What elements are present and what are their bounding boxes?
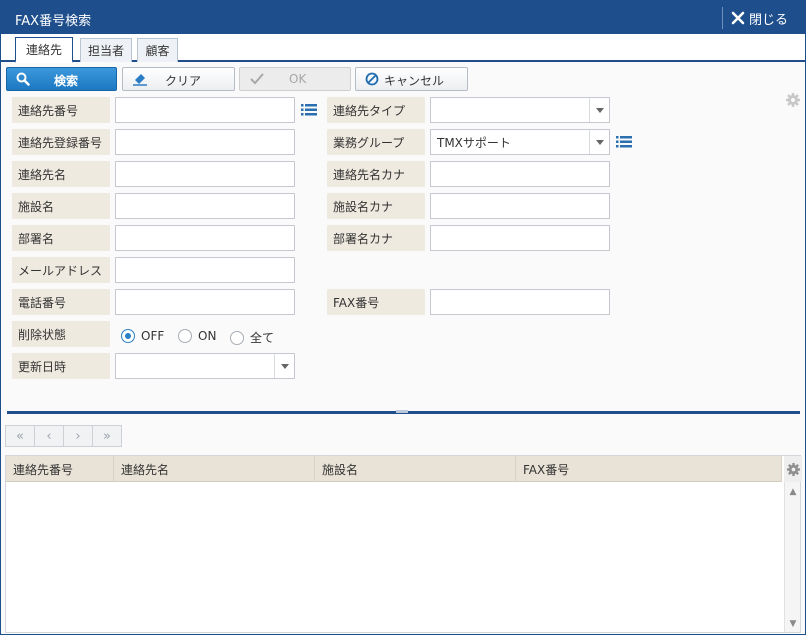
gear-icon: [786, 462, 800, 476]
chevron-down-icon[interactable]: [589, 130, 609, 154]
department-label: 部署名: [12, 225, 110, 251]
ok-button[interactable]: OK: [239, 67, 351, 91]
results-grid: 連絡先番号 連絡先名 施設名 FAX番号 ▲ ▼: [5, 455, 802, 633]
delete-status-off[interactable]: OFF: [121, 329, 164, 343]
updated-select[interactable]: [115, 353, 295, 379]
tab-staff[interactable]: 担当者: [80, 38, 132, 62]
email-input[interactable]: [115, 257, 295, 283]
column-header-label: 連絡先番号: [13, 462, 74, 477]
cancel-button-label: キャンセル: [384, 74, 445, 88]
first-page-icon: «: [16, 428, 24, 444]
clear-button[interactable]: クリア: [122, 67, 235, 91]
list-icon[interactable]: [616, 135, 632, 149]
close-button[interactable]: 閉じる: [731, 8, 788, 28]
radio-all-label: 全て: [250, 331, 275, 345]
next-page-icon: ›: [75, 428, 81, 444]
business-group-label: 業務グループ: [327, 129, 425, 155]
column-header-label: FAX番号: [523, 462, 570, 477]
contact-name-input[interactable]: [115, 161, 295, 187]
delete-status-all[interactable]: 全て: [230, 329, 274, 346]
delete-status-on[interactable]: ON: [178, 329, 216, 343]
delete-status-label: 削除状態: [12, 321, 110, 347]
updated-label: 更新日時: [12, 353, 110, 379]
radio-off-circle: [121, 329, 135, 343]
search-button[interactable]: 検索: [6, 67, 117, 91]
pager: « ‹ › »: [5, 425, 122, 447]
ok-button-label: OK: [289, 72, 307, 86]
search-button-label: 検索: [54, 74, 79, 88]
phone-input[interactable]: [115, 289, 295, 315]
splitter-handle[interactable]: [396, 410, 408, 413]
facility-kana-input[interactable]: [430, 193, 610, 219]
check-icon: [250, 73, 264, 85]
contact-name-label: 連絡先名: [12, 161, 110, 187]
last-page-button[interactable]: »: [92, 425, 122, 447]
column-header-fax-no[interactable]: FAX番号: [516, 456, 782, 482]
gear-icon[interactable]: [785, 92, 801, 108]
contact-kana-input[interactable]: [430, 161, 610, 187]
radio-off-dot: [125, 333, 131, 339]
cancel-button[interactable]: キャンセル: [355, 67, 468, 91]
list-icon[interactable]: [301, 103, 317, 117]
tab-contact-label: 連絡先: [25, 43, 62, 57]
contact-type-label: 連絡先タイプ: [327, 97, 425, 123]
contact-type-select[interactable]: [430, 97, 610, 123]
title-separator: [722, 7, 723, 29]
radio-on-circle: [178, 329, 192, 343]
column-header-label: 連絡先名: [121, 462, 170, 477]
close-icon: [731, 11, 745, 25]
fax-input[interactable]: [430, 289, 610, 315]
next-page-button[interactable]: ›: [63, 425, 93, 447]
chevron-down-icon[interactable]: [274, 354, 294, 378]
prev-page-icon: ‹: [46, 428, 52, 444]
first-page-button[interactable]: «: [5, 425, 35, 447]
prev-page-button[interactable]: ‹: [34, 425, 64, 447]
grid-header: 連絡先番号 連絡先名 施設名 FAX番号: [6, 456, 782, 482]
search-icon: [16, 72, 30, 86]
column-header-label: 施設名: [322, 462, 359, 477]
department-kana-input[interactable]: [430, 225, 610, 251]
fax-label: FAX番号: [327, 289, 425, 315]
eraser-icon: [133, 74, 147, 86]
tab-staff-label: 担当者: [87, 44, 124, 58]
department-input[interactable]: [115, 225, 295, 251]
department-kana-label: 部署名カナ: [327, 225, 425, 251]
toolbar: 検索 クリア OK キャンセル: [1, 64, 805, 94]
tab-contact[interactable]: 連絡先: [15, 37, 73, 63]
radio-on-label: ON: [198, 329, 217, 343]
column-header-facility-name[interactable]: 施設名: [315, 456, 516, 482]
phone-label: 電話番号: [12, 289, 110, 315]
contact-no-input[interactable]: [115, 97, 295, 123]
tab-customer-label: 顧客: [145, 44, 170, 58]
scroll-down-icon[interactable]: ▼: [787, 618, 799, 630]
contact-no-label: 連絡先番号: [12, 97, 110, 123]
column-header-contact-no[interactable]: 連絡先番号: [6, 456, 114, 482]
close-label: 閉じる: [749, 12, 789, 28]
clear-button-label: クリア: [165, 74, 202, 88]
facility-name-label: 施設名: [12, 193, 110, 219]
email-label: メールアドレス: [12, 257, 110, 283]
window-title: FAX番号検索: [15, 14, 92, 29]
grid-settings-button[interactable]: [784, 456, 802, 482]
cancel-icon: [365, 72, 379, 86]
tab-bar: 連絡先 担当者 顧客: [1, 34, 805, 63]
radio-all-circle: [230, 330, 244, 345]
column-header-contact-name[interactable]: 連絡先名: [114, 456, 315, 482]
radio-off-label: OFF: [141, 329, 165, 343]
business-group-value: TMXサポート: [437, 135, 511, 150]
facility-kana-label: 施設名カナ: [327, 193, 425, 219]
tab-customer[interactable]: 顧客: [137, 38, 178, 62]
last-page-icon: »: [103, 428, 111, 444]
contact-reg-no-label: 連絡先登録番号: [12, 129, 110, 155]
contact-kana-label: 連絡先名カナ: [327, 161, 425, 187]
scroll-up-icon[interactable]: ▲: [787, 486, 799, 498]
vertical-scrollbar[interactable]: ▲ ▼: [784, 482, 800, 632]
business-group-select[interactable]: TMXサポート: [430, 129, 610, 155]
fax-search-window: FAX番号検索 閉じる 連絡先 担当者 顧客 検索 クリア OK キャンセル 連…: [0, 0, 806, 635]
title-bar: FAX番号検索 閉じる: [1, 1, 805, 34]
chevron-down-icon[interactable]: [589, 98, 609, 122]
contact-reg-no-input[interactable]: [115, 129, 295, 155]
facility-name-input[interactable]: [115, 193, 295, 219]
